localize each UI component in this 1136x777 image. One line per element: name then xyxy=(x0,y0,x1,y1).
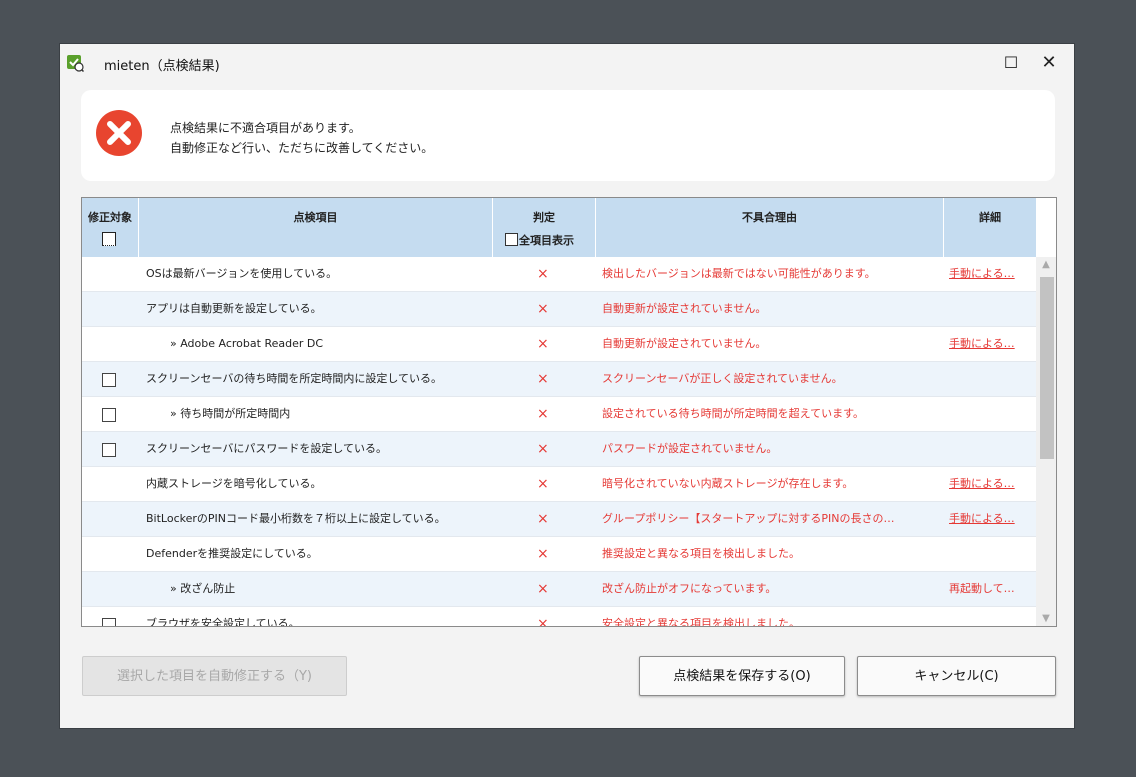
cancel-button[interactable]: キャンセル(C) xyxy=(857,656,1056,696)
row-verdict: × xyxy=(537,336,549,352)
row-verdict: × xyxy=(537,511,549,527)
row-item: BitLockerのPINコード最小桁数を７桁以上に設定している。 xyxy=(146,512,446,525)
row-detail-link[interactable]: 手動による… xyxy=(949,467,1029,501)
row-verdict: × xyxy=(537,406,549,422)
maximize-button[interactable]: ☐ xyxy=(998,50,1024,76)
row-detail-link[interactable]: 手動による… xyxy=(949,257,1029,291)
results-table: 修正対象 点検項目 判定 全項目表示 不具合理由 詳細 OSは最新バージョンを使… xyxy=(81,197,1057,627)
show-all-checkbox[interactable] xyxy=(505,233,518,246)
row-fix-checkbox[interactable] xyxy=(102,618,116,626)
row-fix-checkbox[interactable] xyxy=(102,443,116,457)
row-item: スクリーンセーバの待ち時間を所定時間内に設定している。 xyxy=(146,372,443,385)
row-reason: 設定されている待ち時間が所定時間を超えています。 xyxy=(602,407,865,420)
table-row[interactable]: スクリーンセーバにパスワードを設定している。 × パスワードが設定されていません… xyxy=(82,432,1036,467)
table-row[interactable]: » Adobe Acrobat Reader DC × 自動更新が設定されていま… xyxy=(82,327,1036,362)
scroll-thumb[interactable] xyxy=(1040,277,1054,459)
row-reason: 検出したバージョンは最新ではない可能性があります。 xyxy=(602,267,876,280)
show-all-label: 全項目表示 xyxy=(519,234,574,247)
title-bar[interactable]: mieten（点検結果) ☐ ✕ xyxy=(60,44,1074,82)
row-detail-link[interactable]: 手動による… xyxy=(949,502,1029,536)
autofix-selected-button[interactable]: 選択した項目を自動修正する（Y) xyxy=(82,656,347,696)
table-row[interactable]: Defenderを推奨設定にしている。 × 推奨設定と異なる項目を検出しました。 xyxy=(82,537,1036,572)
window-title: mieten（点検結果) xyxy=(104,59,220,74)
vertical-scrollbar[interactable]: ▲ ▼ xyxy=(1036,257,1056,626)
row-fix-checkbox[interactable] xyxy=(102,408,116,422)
header-fix-label: 修正対象 xyxy=(88,211,132,224)
scroll-down-arrow-icon[interactable]: ▼ xyxy=(1036,613,1056,624)
row-item: アプリは自動更新を設定している。 xyxy=(146,302,322,315)
row-item: ブラウザを安全設定している。 xyxy=(146,617,300,627)
row-item: OSは最新バージョンを使用している。 xyxy=(146,267,338,280)
row-verdict: × xyxy=(537,301,549,317)
select-all-checkbox[interactable] xyxy=(102,232,116,246)
row-reason: パスワードが設定されていません。 xyxy=(602,442,778,455)
app-icon xyxy=(66,54,85,73)
alert-panel: 点検結果に不適合項目があります。 自動修正など行い、ただちに改善してください。 xyxy=(81,90,1055,181)
close-button[interactable]: ✕ xyxy=(1036,50,1062,76)
row-reason: 推奨設定と異なる項目を検出しました。 xyxy=(602,547,800,560)
row-reason: 改ざん防止がオフになっています。 xyxy=(602,582,777,595)
row-reason: グループポリシー【スタートアップに対するPINの長さの… xyxy=(602,512,895,525)
row-fix-checkbox[interactable] xyxy=(102,373,116,387)
row-detail-link[interactable]: 手動による… xyxy=(949,327,1029,361)
header-item[interactable]: 点検項目 xyxy=(139,198,493,257)
header-verdict[interactable]: 判定 全項目表示 xyxy=(493,198,596,257)
table-row[interactable]: OSは最新バージョンを使用している。 × 検出したバージョンは最新ではない可能性… xyxy=(82,257,1036,292)
alert-message-line2: 自動修正など行い、ただちに改善してください。 xyxy=(170,141,434,155)
header-fix: 修正対象 xyxy=(82,198,139,257)
table-row[interactable]: » 待ち時間が所定時間内 × 設定されている待ち時間が所定時間を超えています。 xyxy=(82,397,1036,432)
row-verdict: × xyxy=(537,266,549,282)
show-all-toggle[interactable]: 全項目表示 xyxy=(505,232,574,248)
row-verdict: × xyxy=(537,581,549,597)
row-verdict: × xyxy=(537,476,549,492)
table-row[interactable]: ブラウザを安全設定している。 × 安全設定と異なる項目を検出しました。 xyxy=(82,607,1036,627)
row-verdict: × xyxy=(537,546,549,562)
row-verdict: × xyxy=(537,441,549,457)
row-item: » 待ち時間が所定時間内 xyxy=(170,407,291,420)
table-row[interactable]: スクリーンセーバの待ち時間を所定時間内に設定している。 × スクリーンセーバが正… xyxy=(82,362,1036,397)
row-reason: 安全設定と異なる項目を検出しました。 xyxy=(602,617,800,627)
row-reason: 自動更新が設定されていません。 xyxy=(602,337,767,350)
header-detail[interactable]: 詳細 xyxy=(944,198,1036,257)
row-item: 内蔵ストレージを暗号化している。 xyxy=(146,477,322,490)
table-body: OSは最新バージョンを使用している。 × 検出したバージョンは最新ではない可能性… xyxy=(82,257,1036,627)
table-row[interactable]: アプリは自動更新を設定している。 × 自動更新が設定されていません。 xyxy=(82,292,1036,327)
row-verdict: × xyxy=(537,616,549,627)
row-reason: 自動更新が設定されていません。 xyxy=(602,302,767,315)
row-item: Defenderを推奨設定にしている。 xyxy=(146,547,318,560)
row-reason: 暗号化されていない内蔵ストレージが存在します。 xyxy=(602,477,854,490)
row-detail-text[interactable]: 再起動して… xyxy=(949,572,1029,606)
header-detail-label: 詳細 xyxy=(979,211,1001,224)
header-reason-label: 不具合理由 xyxy=(742,211,797,224)
row-item: スクリーンセーバにパスワードを設定している。 xyxy=(146,442,388,455)
header-reason[interactable]: 不具合理由 xyxy=(596,198,944,257)
error-icon xyxy=(95,109,143,157)
table-row[interactable]: BitLockerのPINコード最小桁数を７桁以上に設定している。 × グループ… xyxy=(82,502,1036,537)
results-dialog: mieten（点検結果) ☐ ✕ 点検結果に不適合項目があります。 自動修正など… xyxy=(59,43,1075,729)
row-item: » Adobe Acrobat Reader DC xyxy=(170,337,324,350)
table-header: 修正対象 点検項目 判定 全項目表示 不具合理由 詳細 xyxy=(82,198,1036,257)
alert-message-line1: 点検結果に不適合項目があります。 xyxy=(170,121,361,135)
header-verdict-label: 判定 xyxy=(533,211,555,224)
save-results-button[interactable]: 点検結果を保存する(O) xyxy=(639,656,845,696)
table-row[interactable]: » 改ざん防止 × 改ざん防止がオフになっています。 再起動して… xyxy=(82,572,1036,607)
row-verdict: × xyxy=(537,371,549,387)
scroll-up-arrow-icon[interactable]: ▲ xyxy=(1036,259,1056,270)
table-row[interactable]: 内蔵ストレージを暗号化している。 × 暗号化されていない内蔵ストレージが存在しま… xyxy=(82,467,1036,502)
row-reason: スクリーンセーバが正しく設定されていません。 xyxy=(602,372,843,385)
header-item-label: 点検項目 xyxy=(293,211,338,224)
row-item: » 改ざん防止 xyxy=(170,582,236,595)
